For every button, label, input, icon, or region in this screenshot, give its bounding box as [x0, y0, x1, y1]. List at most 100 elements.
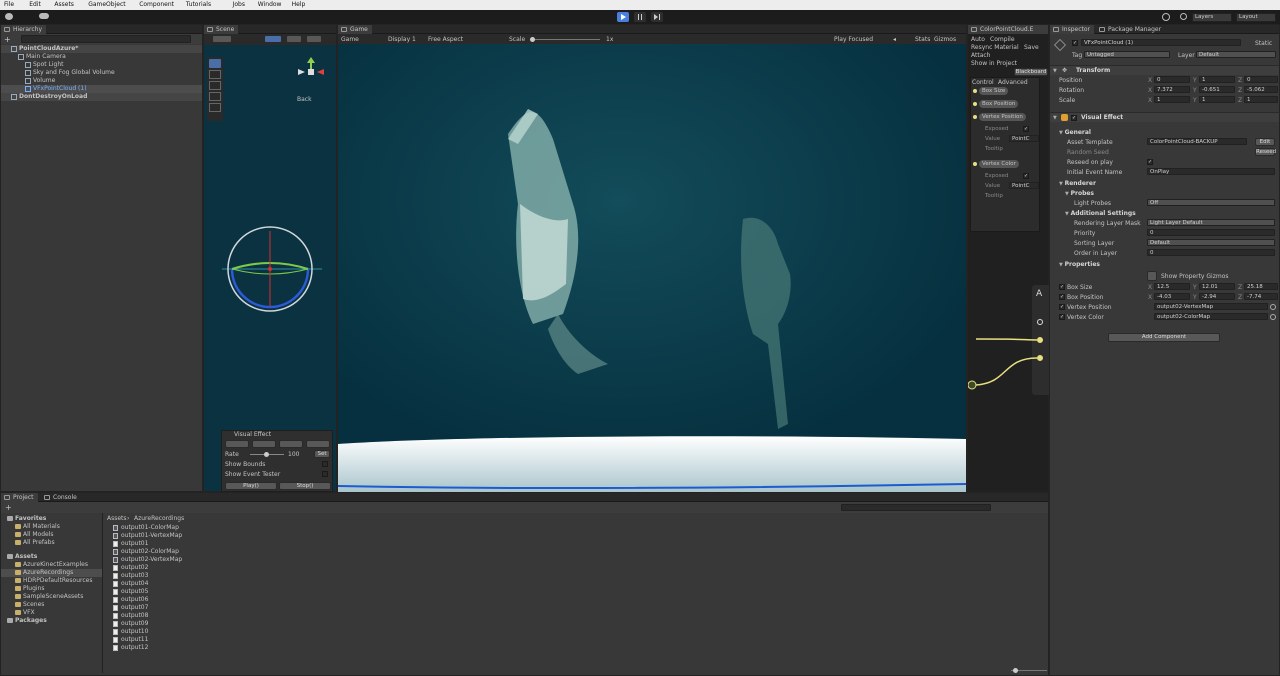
move-tool-icon[interactable]	[209, 70, 221, 79]
vfx-stop-icon-button[interactable]	[225, 440, 249, 448]
2d-toggle[interactable]	[264, 35, 282, 43]
file-item[interactable]: output06	[111, 596, 311, 604]
probes-section[interactable]: ▼ Probes	[1065, 190, 1094, 197]
add-component-button[interactable]: Add Component	[1108, 333, 1220, 342]
menu-window[interactable]: Window	[258, 1, 282, 8]
hierarchy-item[interactable]: Spot Light	[1, 61, 202, 69]
transform-position-z[interactable]: 0	[1244, 76, 1278, 83]
game-view-dropdown[interactable]: Game	[341, 36, 359, 43]
asset-folder[interactable]: VFX	[1, 609, 102, 617]
asset-template-field[interactable]: ColorPointCloud-BACKUP	[1147, 138, 1247, 145]
rendering-layer-dropdown[interactable]: Light Layer Default	[1147, 219, 1275, 226]
light-probes-dropdown[interactable]: Off	[1147, 199, 1275, 206]
pause-button[interactable]	[634, 12, 646, 22]
rotation-gizmo[interactable]	[222, 223, 322, 315]
box-size-y[interactable]: 12.01	[1199, 283, 1235, 290]
priority-field[interactable]: 0	[1147, 229, 1275, 236]
active-checkbox[interactable]: ✓	[1072, 40, 1078, 46]
order-in-layer-field[interactable]: 0	[1147, 249, 1275, 256]
rate-value[interactable]: 100	[288, 451, 299, 458]
menu-assets[interactable]: Assets	[54, 1, 74, 8]
exposed-checkbox[interactable]: ✓	[1023, 173, 1029, 179]
properties-section[interactable]: ▼ Properties	[1059, 261, 1100, 268]
search-icon[interactable]	[1180, 13, 1187, 20]
project-search[interactable]	[841, 504, 991, 511]
file-item[interactable]: output02-VertexMap	[111, 556, 311, 564]
favorite-item[interactable]: All Prefabs	[1, 539, 102, 547]
asset-folder[interactable]: Plugins	[1, 585, 102, 593]
tab-project[interactable]: Project	[1, 493, 38, 502]
blackboard-property[interactable]: Vertex Position	[973, 113, 1037, 122]
blackboard-property[interactable]: Vertex Color	[973, 160, 1037, 169]
create-icon[interactable]: +	[5, 503, 12, 512]
packages-header[interactable]: Packages	[1, 617, 102, 625]
vfx-auto-toggle[interactable]: Auto	[971, 36, 985, 43]
gizmos-dropdown[interactable]: Gizmos	[934, 36, 956, 43]
tab-vfx-graph[interactable]: ColorPointCloud.E	[968, 25, 1048, 34]
fx-dropdown[interactable]	[306, 35, 322, 43]
tab-inspector[interactable]: Inspector	[1050, 25, 1094, 34]
rect-tool-icon[interactable]	[209, 103, 221, 112]
breadcrumb-assets[interactable]: Assets	[107, 515, 127, 522]
rotate-tool-icon[interactable]	[209, 81, 221, 90]
exposed-checkbox[interactable]: ✓	[1023, 126, 1029, 132]
account-icon[interactable]	[5, 13, 13, 20]
scale-tool-icon[interactable]	[209, 92, 221, 101]
transform-header[interactable]: ▼ ✥ Transform	[1050, 65, 1279, 75]
rate-slider[interactable]	[250, 452, 284, 457]
vertex-position-override-checkbox[interactable]: ✓	[1059, 304, 1065, 310]
asset-edit-button[interactable]: Edit	[1255, 138, 1275, 146]
resync-material-button[interactable]: Resync Material	[971, 44, 1019, 51]
file-item[interactable]: output11	[111, 636, 311, 644]
game-viewport[interactable]	[338, 44, 966, 492]
object-picker-icon[interactable]	[1270, 304, 1276, 310]
file-item[interactable]: output10	[111, 628, 311, 636]
sorting-layer-dropdown[interactable]: Default	[1147, 239, 1275, 246]
asset-folder[interactable]: AzureRecordings	[1, 569, 102, 577]
vfx-play-icon-button[interactable]	[252, 440, 276, 448]
blackboard-property[interactable]: Box Size	[973, 87, 1037, 96]
tab-scene[interactable]: Scene	[204, 25, 239, 34]
hierarchy-item[interactable]: Volume	[1, 77, 202, 85]
add-icon[interactable]: +	[4, 35, 11, 44]
orientation-gizmo[interactable]	[294, 55, 328, 89]
play-button[interactable]	[617, 12, 629, 22]
box-size-override-checkbox[interactable]: ✓	[1059, 284, 1065, 290]
tab-console[interactable]: Console	[41, 493, 81, 502]
asset-folder[interactable]: AzureKinectExamples	[1, 561, 102, 569]
tab-hierarchy[interactable]: Hierarchy	[1, 25, 47, 34]
advanced-dropdown[interactable]: Advanced	[998, 79, 1028, 86]
asset-folder[interactable]: Scenes	[1, 601, 102, 609]
transform-rotation-z[interactable]: -5.062	[1244, 86, 1278, 93]
menu-jobs[interactable]: Jobs	[233, 1, 245, 8]
file-item[interactable]: output05	[111, 588, 311, 596]
vfx-attach-button[interactable]: Attach	[971, 52, 990, 59]
file-item[interactable]: output07	[111, 604, 311, 612]
hierarchy-item[interactable]: DontDestroyOnLoad	[1, 93, 202, 101]
asset-folder[interactable]: HDRPDefaultResources	[1, 577, 102, 585]
box-position-x[interactable]: -4.03	[1154, 293, 1190, 300]
object-name-field[interactable]: VFxPointCloud (1)	[1081, 39, 1241, 46]
menu-file[interactable]: File	[4, 1, 14, 8]
hand-tool-icon[interactable]	[209, 59, 221, 68]
hierarchy-item[interactable]: PointCloudAzure*	[1, 45, 202, 53]
vfx-save-button[interactable]: Save	[1024, 44, 1039, 51]
file-item[interactable]: output01	[111, 540, 311, 548]
box-size-z[interactable]: 25.18	[1244, 283, 1278, 290]
cloud-icon[interactable]	[39, 13, 49, 19]
layer-dropdown[interactable]: Default	[1196, 51, 1276, 58]
file-item[interactable]: output12	[111, 644, 311, 652]
box-position-y[interactable]: -2.94	[1199, 293, 1235, 300]
file-item[interactable]: output03	[111, 572, 311, 580]
transform-scale-y[interactable]: 1	[1199, 96, 1235, 103]
rate-set-button[interactable]: Set	[314, 450, 330, 458]
property-value-field[interactable]: PointC	[1009, 135, 1039, 142]
show-bounds-checkbox[interactable]	[322, 461, 328, 467]
transform-rotation-y[interactable]: -0.651	[1199, 86, 1235, 93]
hierarchy-item[interactable]: Sky and Fog Global Volume	[1, 69, 202, 77]
menu-help[interactable]: Help	[292, 1, 306, 8]
general-section[interactable]: ▼ General	[1059, 129, 1091, 136]
aspect-dropdown[interactable]: Free Aspect	[428, 36, 463, 43]
zoom-slider[interactable]	[1011, 668, 1047, 673]
tab-package-manager[interactable]: Package Manager	[1096, 25, 1165, 34]
